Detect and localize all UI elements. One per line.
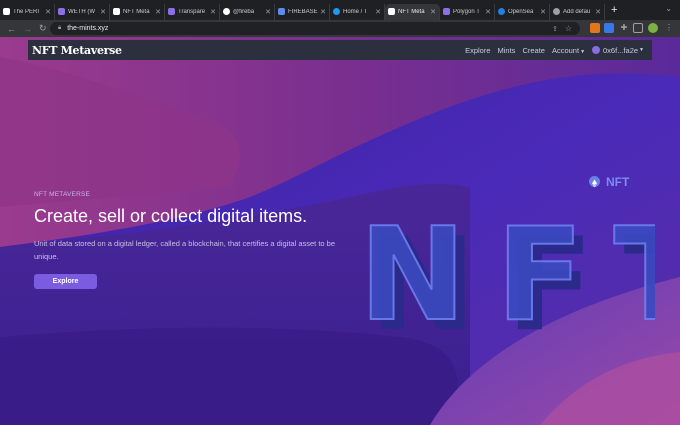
wallet-dropdown[interactable]: 0x6f...fa2e ▼: [592, 46, 644, 55]
back-icon[interactable]: ←: [7, 24, 16, 34]
ethereum-icon: [589, 176, 600, 188]
close-icon[interactable]: ✕: [375, 8, 381, 16]
polygon-icon: [168, 8, 175, 15]
close-icon[interactable]: ✕: [540, 8, 546, 16]
tab-label: Add defau: [563, 8, 591, 15]
google-icon: [223, 8, 230, 15]
browser-tab[interactable]: NFT Meta ✕: [110, 3, 165, 20]
nav-links: Explore Mints Create Account▼ 0x6f...fa2…: [458, 40, 644, 60]
browser-tab[interactable]: @fireba ✕: [220, 3, 275, 20]
browser-tab[interactable]: Home / T ✕: [330, 3, 385, 20]
explore-button[interactable]: Explore: [34, 274, 97, 289]
menu-kebab-icon[interactable]: ⋮: [664, 23, 674, 33]
browser-tab[interactable]: Polygon T ✕: [440, 3, 495, 20]
close-icon[interactable]: ✕: [265, 8, 271, 16]
forward-icon[interactable]: →: [23, 24, 32, 34]
wallet-icon: [592, 46, 601, 54]
new-tab-icon[interactable]: +: [611, 4, 617, 16]
puzzle-icon[interactable]: ✚: [619, 23, 629, 33]
hero-title: Create, sell or collect digital items.: [34, 206, 308, 226]
n-icon: [113, 8, 120, 15]
account-label: Account: [551, 45, 580, 55]
top-navbar: NFT Metaverse Explore Mints Create Accou…: [28, 40, 652, 60]
w-icon: [3, 8, 10, 15]
close-icon[interactable]: ✕: [155, 8, 161, 16]
opensea-icon: [498, 8, 505, 15]
close-icon[interactable]: ✕: [100, 8, 106, 16]
tab-label: WETH (W: [68, 8, 95, 15]
web-page: NFT Metaverse Explore Mints Create Accou…: [0, 37, 680, 425]
nav-link-mints[interactable]: Mints: [498, 46, 516, 55]
avatar[interactable]: [648, 23, 658, 33]
browser-tab[interactable]: The PERI ✕: [0, 3, 55, 20]
polygon-icon: [443, 8, 450, 15]
browser-tab[interactable]: WETH (W ✕: [55, 3, 110, 20]
account-dropdown[interactable]: Account▼: [552, 46, 585, 55]
tab-label: Transpare: [178, 8, 206, 15]
brand-logo[interactable]: NFT Metaverse: [32, 44, 122, 57]
tab-label: @fireba: [233, 8, 255, 15]
tab-label: Home / T: [343, 8, 368, 15]
hero-description: Unit of data stored on a digital ledger,…: [34, 239, 336, 261]
tab-label: NFT Meta: [123, 8, 150, 15]
lock-icon[interactable]: 🔒︎: [58, 25, 61, 32]
n-icon: [388, 8, 395, 15]
browser-tab[interactable]: Transpare ✕: [165, 3, 220, 20]
sidebar-icon[interactable]: [633, 23, 643, 33]
address-bar[interactable]: 🔒︎ the-mints.xyz ⇪ ☆: [50, 22, 580, 35]
share-icon[interactable]: ⇪: [552, 25, 558, 33]
chevron-down-icon[interactable]: ⌄: [665, 4, 672, 13]
tab-label: FIREBASE: [288, 8, 318, 15]
nft-3d-art: NFT NFT: [355, 187, 680, 360]
close-icon[interactable]: ✕: [430, 8, 436, 16]
nav-link-create[interactable]: Create: [522, 46, 545, 55]
close-icon[interactable]: ✕: [595, 8, 601, 16]
metamask-icon[interactable]: [590, 23, 600, 33]
twitter-icon: [333, 8, 340, 15]
tab-label: NFT Meta: [398, 8, 425, 15]
caret-down-icon: ▼: [639, 47, 644, 53]
url-text[interactable]: the-mints.xyz: [67, 25, 108, 32]
hero-eyebrow: NFT METAVERSE: [34, 191, 91, 198]
nft-art-text: NFT: [359, 201, 655, 347]
tab-label: Polygon T: [453, 8, 480, 15]
close-icon[interactable]: ✕: [45, 8, 51, 16]
wallet-address: 0x6f...fa2e: [603, 45, 639, 55]
bookmark-star-icon[interactable]: ☆: [565, 24, 572, 33]
browser-tab-active[interactable]: NFT Meta ✕: [385, 3, 440, 20]
nav-link-explore[interactable]: Explore: [465, 46, 490, 55]
tab-label: OpenSea: [508, 8, 534, 15]
tab-bar: The PERI ✕ WETH (W ✕ NFT Meta ✕ Transpare ✕ …: [0, 0, 680, 20]
close-icon[interactable]: ✕: [210, 8, 216, 16]
tab-label: The PERI: [13, 8, 40, 15]
browser-tab[interactable]: Add defau ✕: [550, 3, 605, 20]
extension-icon[interactable]: [604, 23, 614, 33]
firebase-icon: [278, 8, 285, 15]
close-icon[interactable]: ✕: [485, 8, 491, 16]
close-icon[interactable]: ✕: [320, 8, 326, 16]
url-toolbar: ← → ↻ 🔒︎ the-mints.xyz ⇪ ☆ ✚ ⋮: [0, 20, 680, 37]
globe-icon: [553, 8, 560, 15]
reload-icon[interactable]: ↻: [39, 23, 47, 34]
caret-down-icon: ▼: [580, 48, 586, 55]
polygon-icon: [58, 8, 65, 15]
browser-tab[interactable]: FIREBASE ✕: [275, 3, 330, 20]
browser-tab[interactable]: OpenSea ✕: [495, 3, 550, 20]
